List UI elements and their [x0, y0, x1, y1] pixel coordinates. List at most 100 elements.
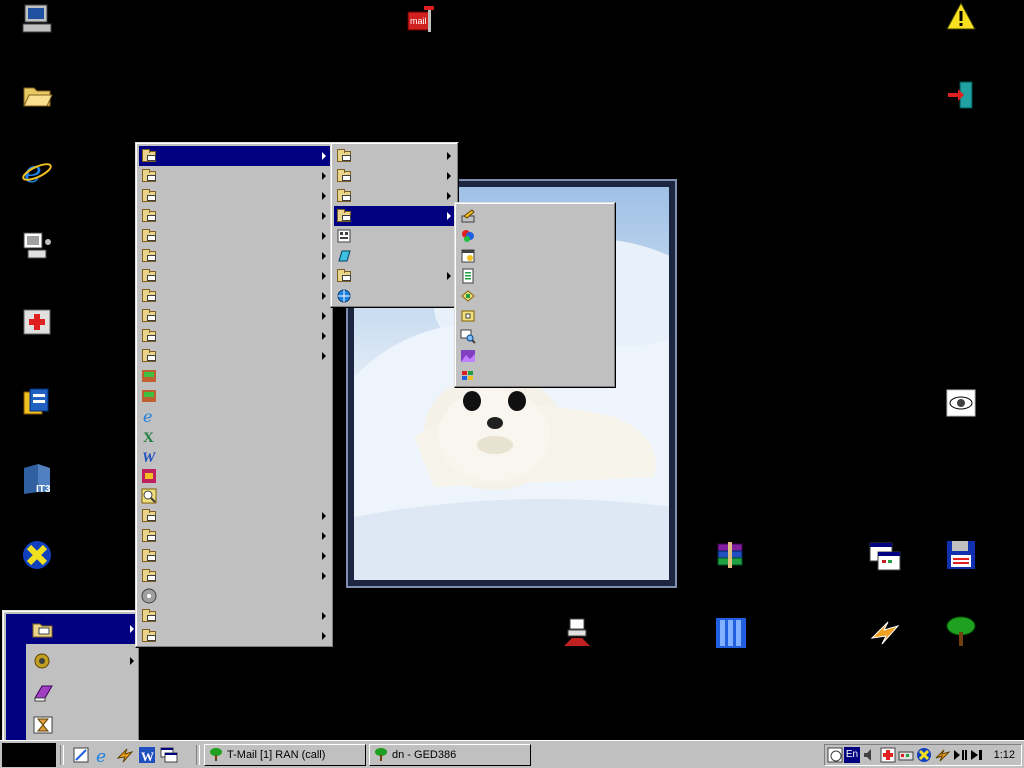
- lightning-icon[interactable]: [868, 616, 902, 650]
- chevron-right-icon: [130, 625, 134, 633]
- programs-item-app[interactable]: X: [139, 426, 330, 446]
- level3-item-app[interactable]: [458, 226, 612, 246]
- level3-item-app[interactable]: [458, 306, 612, 326]
- exit-door-icon[interactable]: [944, 78, 978, 112]
- level2-item[interactable]: [334, 206, 455, 226]
- level2-item[interactable]: [334, 266, 455, 286]
- programs-item[interactable]: [139, 246, 330, 266]
- programs-item[interactable]: [139, 626, 330, 646]
- programs-item[interactable]: [139, 306, 330, 326]
- green-app-icon: [141, 388, 157, 404]
- columns-icon[interactable]: [714, 616, 748, 650]
- level3-item-app[interactable]: [458, 286, 612, 306]
- programs-item[interactable]: [139, 606, 330, 626]
- document-icon: [336, 228, 352, 244]
- quicklaunch-windows-icon[interactable]: [160, 746, 178, 764]
- programs-item[interactable]: [139, 346, 330, 366]
- green-app-icon: [141, 368, 157, 384]
- archive-icon[interactable]: [20, 386, 54, 420]
- ms-app-icon: [141, 468, 157, 484]
- programs-item[interactable]: [139, 506, 330, 526]
- programs-item-app[interactable]: [139, 466, 330, 486]
- level3-item-app[interactable]: [458, 206, 612, 226]
- start-menu-item-help[interactable]: [26, 678, 138, 708]
- programs-item[interactable]: [139, 226, 330, 246]
- magnifier-icon: [141, 488, 157, 504]
- my-computer-icon[interactable]: [20, 2, 54, 36]
- windows-panel-icon[interactable]: [868, 540, 902, 574]
- tree-icon[interactable]: [944, 614, 978, 648]
- eye-icon[interactable]: [944, 386, 978, 420]
- level2-item[interactable]: [334, 166, 455, 186]
- pencil-icon: [460, 208, 476, 224]
- svg-text:e: e: [96, 747, 106, 764]
- level2-item[interactable]: [334, 186, 455, 206]
- volume-icon[interactable]: [862, 747, 878, 763]
- first-aid-icon[interactable]: [20, 306, 54, 340]
- programs-item[interactable]: [139, 146, 330, 166]
- level3-item-app[interactable]: [458, 266, 612, 286]
- help-book-icon: [32, 683, 54, 703]
- programs-item[interactable]: [139, 166, 330, 186]
- network-tray-icon[interactable]: [898, 747, 914, 763]
- quicklaunch-ie-icon[interactable]: e: [94, 746, 112, 764]
- level3-item-app[interactable]: [458, 366, 612, 386]
- task-button-tmail[interactable]: T-Mail [1] RAN (call): [204, 744, 366, 766]
- programs-item[interactable]: [139, 546, 330, 566]
- level2-item-app[interactable]: [334, 286, 455, 306]
- programs-item-app[interactable]: e: [139, 406, 330, 426]
- programs-item[interactable]: [139, 186, 330, 206]
- quicklaunch-desktop-icon[interactable]: [72, 746, 90, 764]
- start-menu-item-programs[interactable]: [26, 614, 138, 644]
- quicklaunch-lightning-icon[interactable]: [116, 746, 134, 764]
- level3-item-app[interactable]: [458, 346, 612, 366]
- start-menu-item-shutdown[interactable]: [26, 710, 138, 740]
- programs-item[interactable]: [139, 326, 330, 346]
- programs-item-app[interactable]: [139, 386, 330, 406]
- programs-item[interactable]: [139, 526, 330, 546]
- programs-item-app[interactable]: W: [139, 446, 330, 466]
- floppy-disk-icon[interactable]: [944, 538, 978, 572]
- level3-item-app[interactable]: [458, 246, 612, 266]
- language-indicator[interactable]: En: [844, 747, 860, 763]
- task-button-dn[interactable]: dn - GED386: [369, 744, 531, 766]
- level3-item-app[interactable]: [458, 326, 612, 346]
- task-button-label: T-Mail [1] RAN (call): [227, 749, 326, 761]
- level2-item-app[interactable]: [334, 226, 455, 246]
- settings-gear-icon: [32, 651, 54, 671]
- programs-item[interactable]: [139, 286, 330, 306]
- scheduler-icon[interactable]: [827, 747, 843, 763]
- clock[interactable]: 1:12: [994, 745, 1015, 765]
- mail-icon[interactable]: mail: [404, 2, 438, 36]
- programs-item[interactable]: [139, 206, 330, 226]
- user-tool-icon[interactable]: [560, 616, 594, 650]
- level2-item-app[interactable]: [334, 246, 455, 266]
- internet-explorer-icon[interactable]: e: [20, 154, 54, 188]
- svg-text:W: W: [141, 749, 154, 764]
- programs-item-app[interactable]: [139, 366, 330, 386]
- programs-item-app[interactable]: [139, 486, 330, 506]
- level2-item[interactable]: [334, 146, 455, 166]
- svg-text:X: X: [143, 430, 154, 444]
- programs-item-app[interactable]: [139, 586, 330, 606]
- programs-item[interactable]: [139, 266, 330, 286]
- first-aid-tray-icon[interactable]: [880, 747, 896, 763]
- programs-item[interactable]: [139, 566, 330, 586]
- network-globe-icon: [336, 288, 352, 304]
- winrar-books-icon[interactable]: [714, 538, 748, 572]
- warning-icon[interactable]: [944, 0, 978, 34]
- it3-icon[interactable]: IT3: [20, 462, 54, 496]
- next-track-icon[interactable]: [970, 747, 984, 763]
- lightning-tray-icon[interactable]: [934, 747, 950, 763]
- start-button[interactable]: [2, 743, 56, 767]
- network-computer-icon[interactable]: [20, 230, 54, 264]
- play-pause-icon[interactable]: [952, 747, 968, 763]
- programs-submenu: e X W: [135, 142, 334, 648]
- quicklaunch-word-icon[interactable]: W: [138, 746, 156, 764]
- taskbar-divider: [60, 745, 64, 765]
- task-button-label: dn - GED386: [392, 749, 457, 761]
- x-tray-icon[interactable]: [916, 747, 932, 763]
- start-menu-item-settings[interactable]: [26, 646, 138, 676]
- x-close-icon[interactable]: [20, 538, 54, 572]
- folder-open-icon[interactable]: [20, 78, 54, 112]
